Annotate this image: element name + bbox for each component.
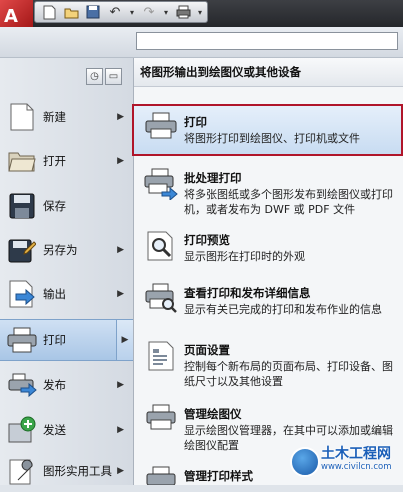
menu-item-open[interactable]: 打开 ▶ — [0, 140, 133, 182]
submenu-arrow-icon[interactable]: ▶ — [116, 320, 133, 360]
recent-documents-icon[interactable]: ◷ — [86, 68, 103, 85]
submenu-item-description: 将多张图纸或多个图形发布到绘图仪或打印机，或者发布为 DWF 或 PDF 文件 — [184, 188, 393, 216]
print-preview-icon — [142, 230, 180, 268]
batch-print-icon — [142, 168, 180, 206]
search-input[interactable] — [136, 32, 398, 50]
watermark-url: www.civilcn.com — [321, 462, 392, 472]
menu-item-label: 发布 — [43, 378, 66, 392]
submenu-arrow-icon: ▶ — [117, 380, 124, 390]
site-watermark: 土木工程网 www.civilcn.com — [290, 443, 403, 485]
menu-item-save-as[interactable]: 另存为 ▶ — [0, 229, 133, 271]
open-folder-icon[interactable] — [63, 4, 79, 20]
submenu-arrow-icon: ▶ — [117, 112, 124, 122]
submenu-item-title: 页面设置 — [184, 343, 230, 357]
print-details-icon — [142, 283, 180, 321]
watermark-title: 土木工程网 — [321, 446, 391, 462]
export-icon — [7, 279, 37, 309]
submenu-item-plot-preview[interactable]: 打印预览 显示图形在打印时的外观 — [134, 224, 403, 272]
menu-search-bar — [0, 27, 403, 58]
submenu-item-plot[interactable]: 打印 将图形打印到绘图仪、打印机或文件 — [132, 104, 403, 156]
customize-dropdown-icon[interactable]: ▾ — [197, 4, 203, 20]
utilities-wrench-icon — [7, 456, 37, 486]
submenu-item-description: 将图形打印到绘图仪、打印机或文件 — [184, 132, 360, 145]
quick-access-strip: ↶ ▾ ↷ ▾ ▾ — [34, 1, 208, 23]
submenu-item-description: 显示有关已完成的打印和发布作业的信息 — [184, 303, 382, 316]
page-setup-icon — [142, 340, 180, 378]
menu-item-save[interactable]: 保存 — [0, 185, 133, 227]
watermark-logo-icon — [290, 447, 320, 477]
submenu-arrow-icon: ▶ — [117, 156, 124, 166]
submenu-item-description: 控制每个新布局的页面布局、打印设备、图纸尺寸以及其他设置 — [184, 360, 393, 388]
menu-item-label: 打开 — [43, 154, 66, 168]
redo-dropdown-icon[interactable]: ▾ — [163, 4, 169, 20]
undo-dropdown-icon[interactable]: ▾ — [129, 4, 135, 20]
submenu-item-title: 管理打印样式 — [184, 469, 253, 483]
menu-item-print[interactable]: 打印 ▶ — [0, 319, 133, 361]
menu-item-new[interactable]: 新建 ▶ — [0, 96, 133, 138]
submenu-arrow-icon: ▶ — [117, 425, 124, 435]
menu-item-export[interactable]: 输出 ▶ — [0, 273, 133, 315]
menu-item-label: 发送 — [43, 423, 66, 437]
print-icon[interactable] — [175, 4, 191, 20]
menu-item-label: 输出 — [43, 287, 66, 301]
menu-item-label: 新建 — [43, 110, 66, 124]
submenu-item-plot-details[interactable]: 查看打印和发布详细信息 显示有关已完成的打印和发布作业的信息 — [134, 277, 403, 325]
open-folder-icon — [7, 146, 37, 176]
submenu-item-description: 显示图形在打印时的外观 — [184, 250, 305, 263]
menu-item-publish[interactable]: 发布 ▶ — [0, 364, 133, 406]
submenu-item-page-setup[interactable]: 页面设置 控制每个新布局的页面布局、打印设备、图纸尺寸以及其他设置 — [134, 334, 403, 394]
submenu-item-title: 打印 — [184, 115, 207, 129]
menu-item-send[interactable]: 发送 ▶ — [0, 409, 133, 451]
save-disk-icon — [7, 191, 37, 221]
open-documents-icon[interactable]: ▭ — [105, 68, 122, 85]
printer-icon — [7, 325, 37, 355]
menu-item-drawing-utilities[interactable]: 图形实用工具 ▶ — [0, 450, 133, 492]
menu-item-label: 另存为 — [43, 243, 78, 257]
printer-icon — [142, 112, 180, 150]
menu-item-label: 保存 — [43, 199, 66, 213]
print-submenu-panel: 将图形输出到绘图仪或其他设备 打印 将图形打印到绘图仪、打印机或文件 批处理打印… — [132, 58, 403, 485]
menu-item-label: 打印 — [43, 333, 66, 347]
submenu-item-title: 管理绘图仪 — [184, 407, 242, 421]
undo-icon[interactable]: ↶ — [107, 4, 123, 20]
panel-title: 将图形输出到绘图仪或其他设备 — [134, 58, 403, 87]
plotter-manager-icon — [142, 404, 180, 442]
quick-access-toolbar: A ↶ ▾ ↷ ▾ ▾ — [0, 0, 403, 37]
menu-item-label: 图形实用工具 — [43, 464, 112, 478]
redo-icon[interactable]: ↷ — [141, 4, 157, 20]
new-document-icon — [7, 102, 37, 132]
submenu-item-batch-plot[interactable]: 批处理打印 将多张图纸或多个图形发布到绘图仪或打印机，或者发布为 DWF 或 P… — [134, 162, 403, 222]
submenu-arrow-icon: ▶ — [117, 289, 124, 299]
submenu-item-title: 批处理打印 — [184, 171, 242, 185]
save-as-icon — [7, 235, 37, 265]
application-menu-commands: ◷ ▭ 新建 ▶ 打开 ▶ 保存 另存为 ▶ 输出 ▶ 打印 ▶ 发布 ▶ 发送… — [0, 58, 134, 485]
submenu-arrow-icon: ▶ — [117, 245, 124, 255]
submenu-item-title: 查看打印和发布详细信息 — [184, 286, 311, 300]
publish-icon — [7, 370, 37, 400]
plot-style-icon — [142, 466, 180, 485]
send-icon — [7, 415, 37, 445]
save-icon[interactable] — [85, 4, 101, 20]
submenu-item-title: 打印预览 — [184, 233, 230, 247]
submenu-arrow-icon: ▶ — [117, 466, 124, 476]
recent-documents-buttons: ◷ ▭ — [86, 68, 122, 85]
new-file-icon[interactable] — [41, 4, 57, 20]
